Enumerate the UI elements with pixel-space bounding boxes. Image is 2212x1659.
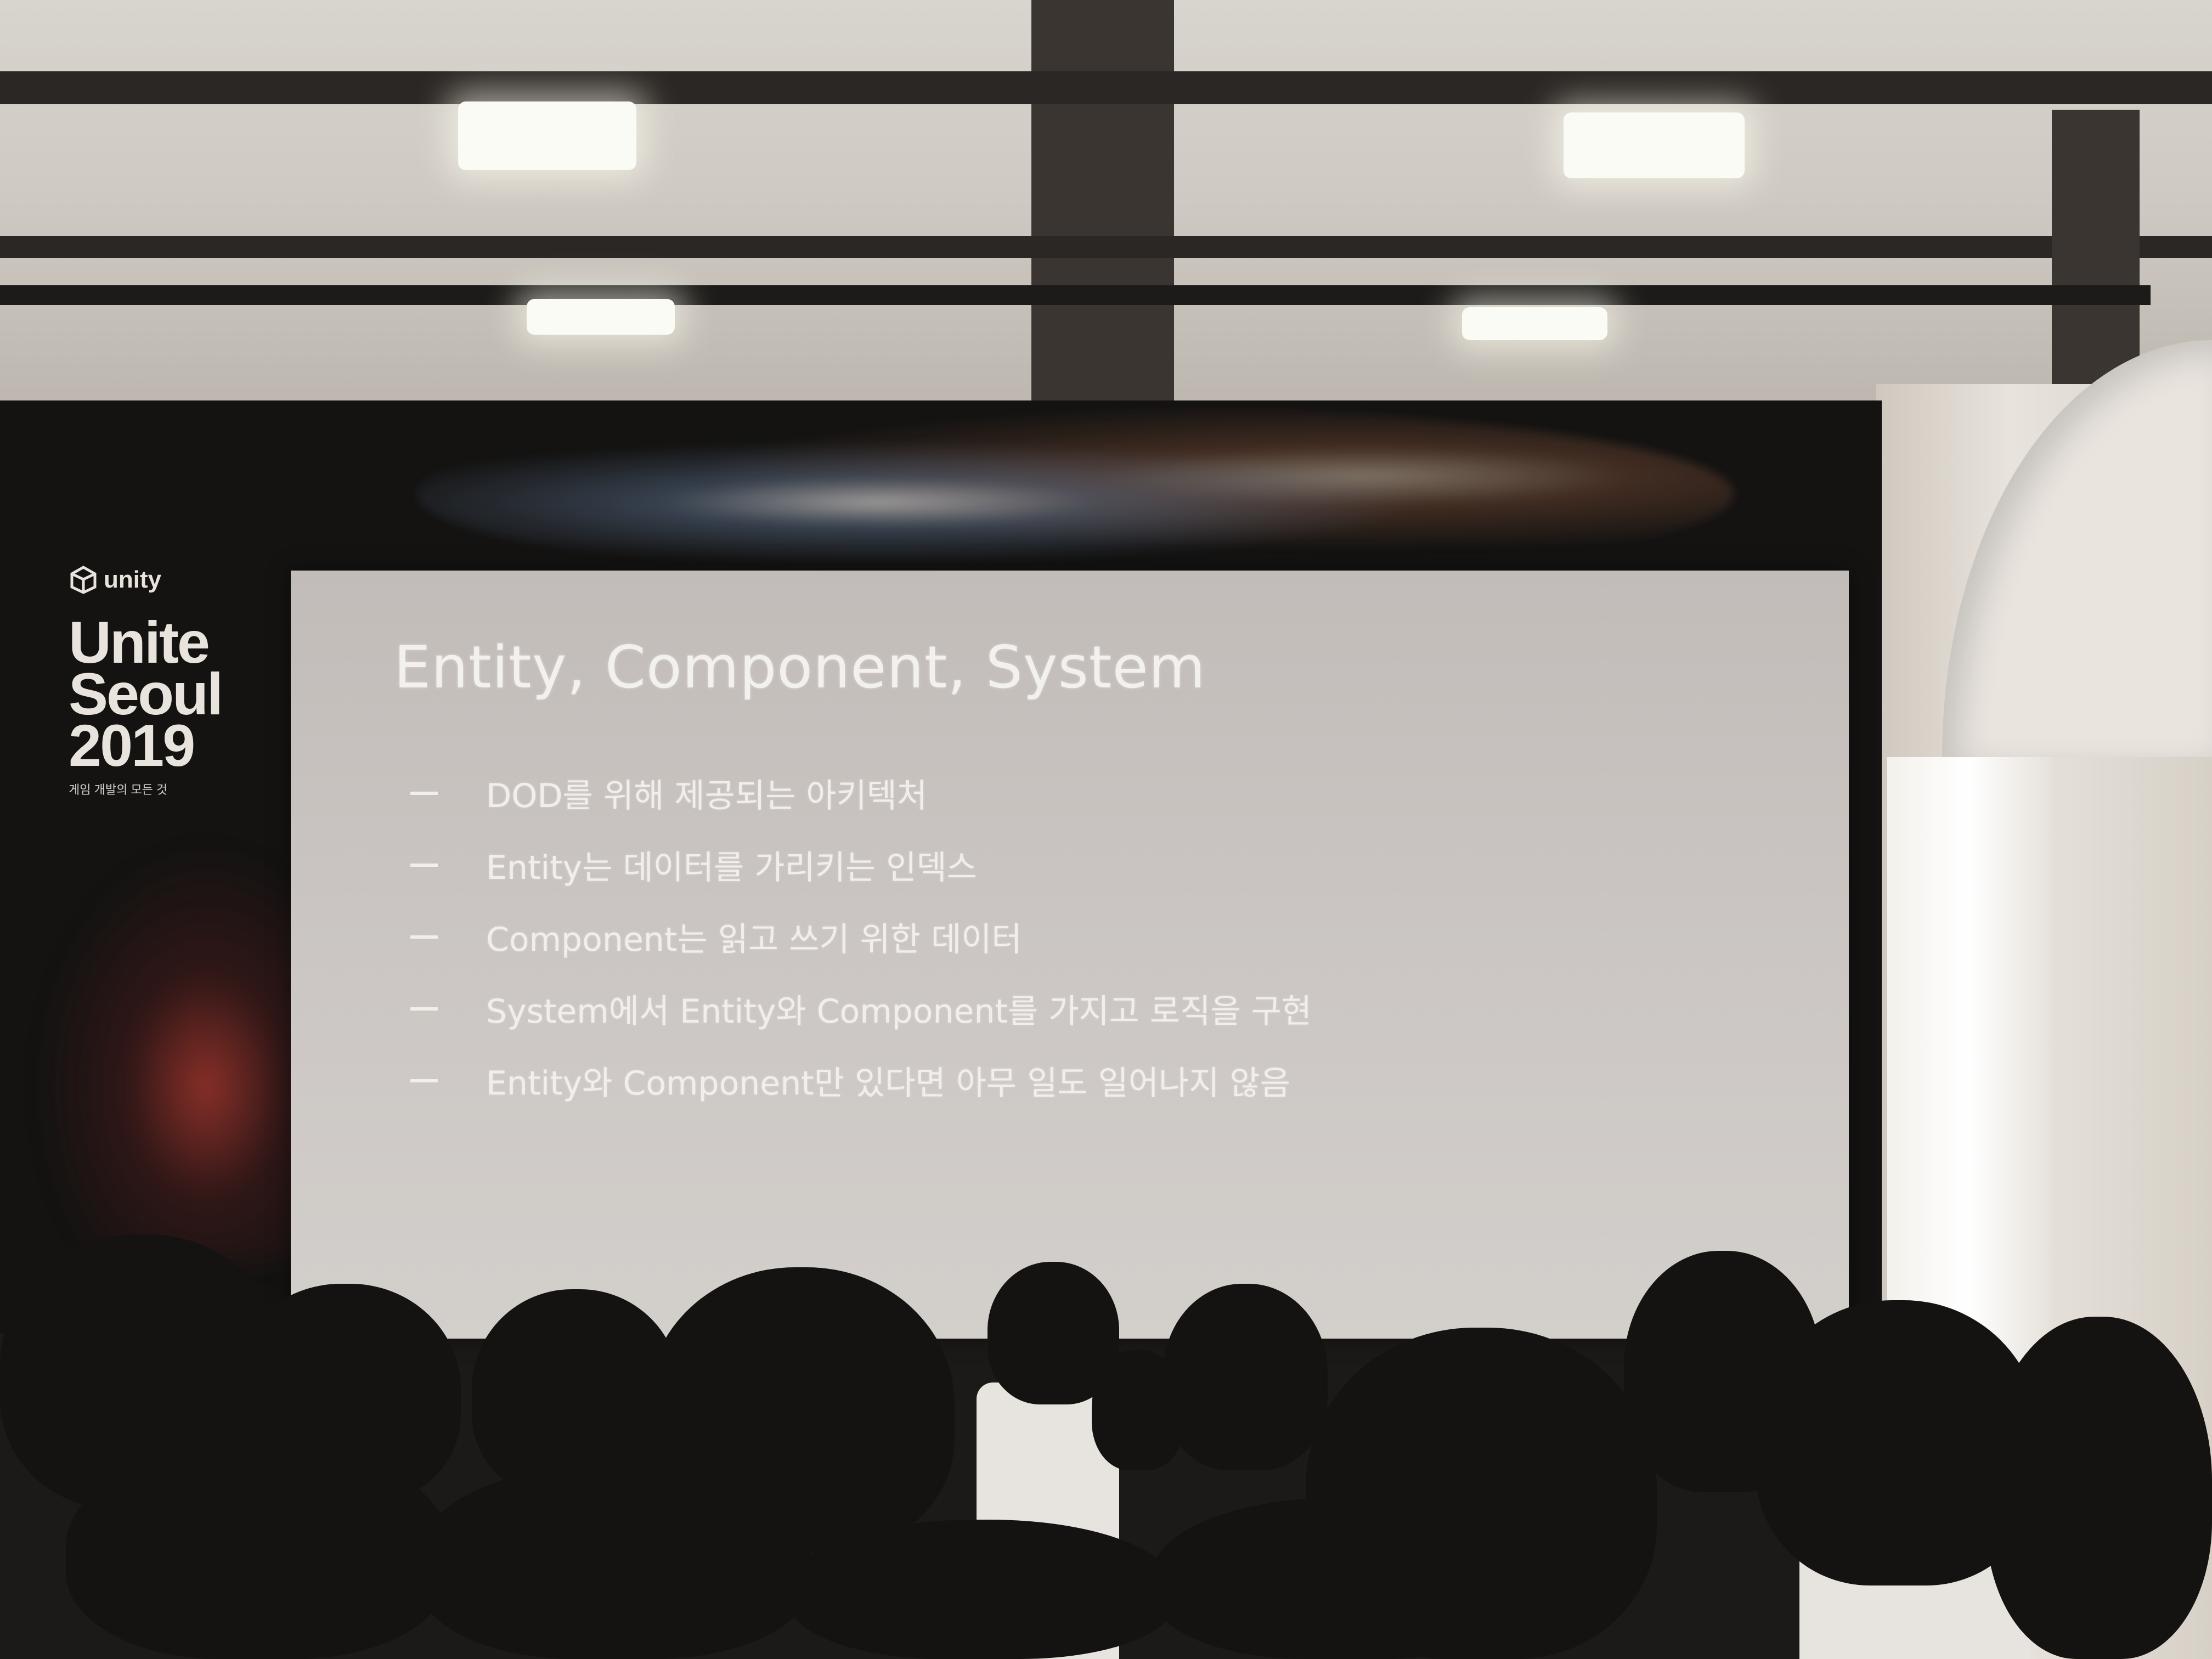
ceiling-pipe	[0, 285, 2151, 305]
slide-bullet: DOD를 위해 제공되는 아키텍처	[410, 757, 1312, 829]
ceiling-light	[458, 101, 636, 170]
audience-head	[790, 1520, 1174, 1659]
bullet-dash-icon	[410, 863, 438, 867]
ceiling	[0, 0, 2212, 417]
slide-bullet: System에서 Entity와 Component를 가지고 로직을 구현	[410, 973, 1312, 1045]
backdrop-artwork	[417, 406, 1734, 582]
slide-bullet: Component는 읽고 쓰기 위한 데이터	[410, 901, 1312, 973]
projection-screen: Entity, Component, System DOD를 위해 제공되는 아…	[291, 571, 1849, 1339]
slide-bullet: Entity와 Component만 있다면 아무 일도 일어나지 않음	[410, 1045, 1312, 1116]
ceiling-light	[1564, 112, 1745, 178]
bullet-dash-icon	[410, 935, 438, 939]
bullet-text: Entity는 데이터를 가리키는 인덱스	[486, 849, 977, 887]
event-branding: unity Unite Seoul 2019 게임 개발의 모든 것	[69, 565, 223, 798]
bullet-text: System에서 Entity와 Component를 가지고 로직을 구현	[486, 992, 1312, 1031]
bullet-text: DOD를 위해 제공되는 아키텍처	[486, 777, 928, 815]
brand-tagline: 게임 개발의 모든 것	[69, 783, 168, 797]
bullet-dash-icon	[410, 1079, 438, 1082]
logo-text: unity	[104, 566, 162, 593]
audience-head	[66, 1443, 450, 1659]
audience-head	[1986, 1317, 2212, 1659]
audience-head	[1163, 1284, 1328, 1470]
brand-year: 2019	[69, 712, 195, 778]
unity-cube-icon	[70, 566, 97, 594]
bullet-dash-icon	[410, 791, 438, 795]
ceiling-beam	[0, 236, 2212, 258]
audience-head	[1152, 1498, 1536, 1659]
bullet-text: Entity와 Component만 있다면 아무 일도 일어나지 않음	[486, 1064, 1290, 1103]
ceiling-beam	[1031, 0, 1174, 406]
bullet-text: Component는 읽고 쓰기 위한 데이터	[486, 921, 1022, 959]
unity-logo: unity	[69, 565, 222, 595]
audience	[0, 1234, 2212, 1659]
bullet-dash-icon	[410, 1007, 438, 1011]
ceiling-light	[1462, 307, 1607, 340]
audience-head	[417, 1465, 812, 1659]
slide-bullet: Entity는 데이터를 가리키는 인덱스	[410, 829, 1312, 901]
ceiling-beam	[0, 71, 2212, 104]
slide-title: Entity, Component, System	[394, 634, 1206, 701]
backdrop-artwork	[22, 823, 329, 1262]
ceiling-light	[527, 299, 675, 335]
slide-bullet-list: DOD를 위해 제공되는 아키텍처 Entity는 데이터를 가리키는 인덱스 …	[410, 757, 1312, 1116]
